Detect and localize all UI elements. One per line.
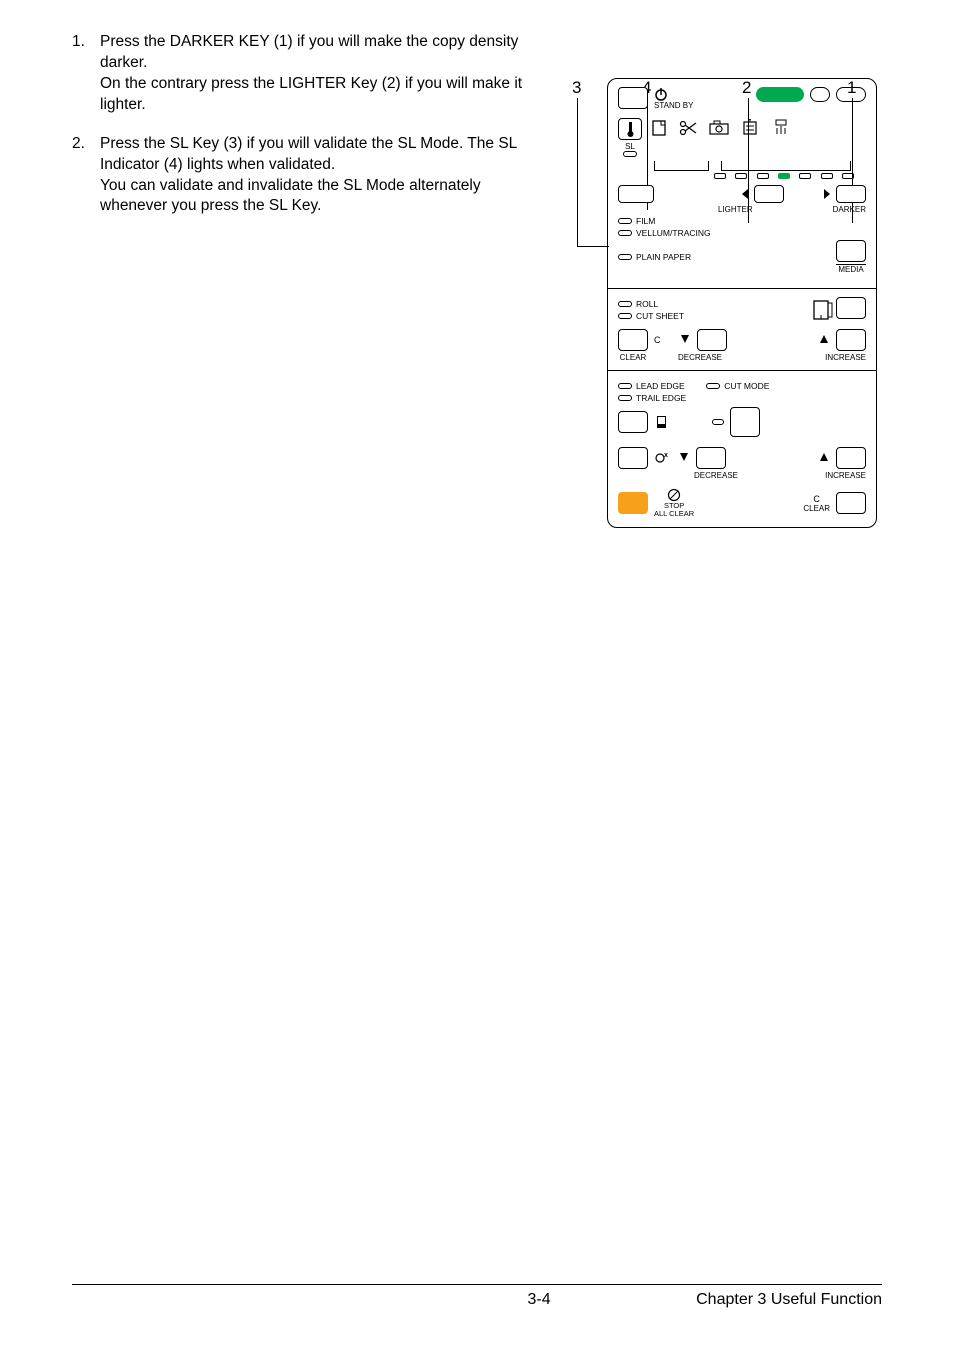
increase-label-2: INCREASE xyxy=(825,471,866,480)
arrow-left-icon xyxy=(740,187,750,201)
status-led xyxy=(810,87,830,102)
decrease-label-2: DECREASE xyxy=(694,471,738,480)
display-segment xyxy=(721,161,851,171)
page-footer: 3-4 Chapter 3 Useful Function xyxy=(72,1284,882,1309)
scissors-icon xyxy=(678,118,700,138)
power-icon xyxy=(654,87,668,101)
arrow-right-icon xyxy=(822,187,832,201)
step-text: Press the SL Key (3) if you will validat… xyxy=(100,135,517,173)
arrow-down-icon xyxy=(678,451,690,465)
darker-button[interactable] xyxy=(836,185,866,203)
sl-indicator xyxy=(623,151,637,157)
edge-icon xyxy=(654,414,670,430)
step-text: You can validate and invalidate the SL M… xyxy=(100,177,481,215)
cutmode-button[interactable] xyxy=(730,407,760,437)
svg-text:x: x xyxy=(664,452,668,459)
sl-button[interactable] xyxy=(618,118,642,140)
leadedge-label: LEAD EDGE xyxy=(636,381,685,391)
roll-label: ROLL xyxy=(636,299,658,309)
sl-label: SL xyxy=(625,142,635,151)
arrow-down-icon xyxy=(679,333,691,347)
copies-button[interactable] xyxy=(618,447,648,469)
media-button[interactable] xyxy=(836,240,866,262)
arrow-up-icon xyxy=(818,333,830,347)
media-label: MEDIA xyxy=(836,264,866,274)
step-text: On the contrary press the LIGHTER Key (2… xyxy=(100,75,522,113)
increase-button[interactable] xyxy=(836,329,866,351)
arrow-up-icon xyxy=(818,451,830,465)
lighter-button[interactable] xyxy=(754,185,784,203)
darker-label: DARKER xyxy=(833,205,866,214)
cutmode-label: CUT MODE xyxy=(724,381,769,391)
instructions: 1. Press the DARKER KEY (1) if you will … xyxy=(72,32,552,528)
clear-label-2: CLEAR xyxy=(803,504,830,513)
stop-icon xyxy=(666,488,682,502)
decrease-label: DECREASE xyxy=(678,353,722,362)
plain-paper-label: PLAIN PAPER xyxy=(636,252,691,262)
c-label-2: C xyxy=(803,494,830,504)
collate-icon xyxy=(740,118,762,138)
thermometer-icon xyxy=(619,119,641,139)
chapter-title: Chapter 3 Useful Function xyxy=(696,1291,882,1309)
feed-button[interactable] xyxy=(836,297,866,319)
status-led xyxy=(836,87,866,102)
auto-button[interactable] xyxy=(618,185,654,203)
decrease-button[interactable] xyxy=(697,329,727,351)
control-panel-diagram: 3 4 2 1 xyxy=(572,78,882,528)
step-number: 1. xyxy=(72,32,100,116)
document-icon xyxy=(650,118,670,138)
trailedge-label: TRAIL EDGE xyxy=(636,393,686,403)
start-button[interactable] xyxy=(618,492,648,514)
pointer-3: 3 xyxy=(572,78,581,98)
clear-button[interactable] xyxy=(618,329,648,351)
vellum-label: VELLUM/TRACING xyxy=(636,228,711,238)
page-number: 3-4 xyxy=(528,1291,551,1309)
step-number: 2. xyxy=(72,134,100,218)
camera-icon xyxy=(708,118,732,138)
allclear-label: ALL CLEAR xyxy=(654,510,694,518)
display-segment xyxy=(654,161,709,171)
standby-button[interactable] xyxy=(618,87,648,109)
step-text: Press the DARKER KEY (1) if you will mak… xyxy=(100,33,518,71)
increase-button-2[interactable] xyxy=(836,447,866,469)
film-label: FILM xyxy=(636,216,655,226)
edge-button[interactable] xyxy=(618,411,648,433)
toner-icon xyxy=(770,118,792,138)
increase-label: INCREASE xyxy=(825,353,866,362)
paper-feed-icon xyxy=(810,297,836,323)
clear-label: CLEAR xyxy=(618,353,648,362)
copies-icon: x xyxy=(654,451,672,465)
cutsheet-label: CUT SHEET xyxy=(636,311,684,321)
clear-button-2[interactable] xyxy=(836,492,866,514)
status-led-green xyxy=(756,87,804,102)
c-label: C xyxy=(654,335,661,345)
standby-label: STAND BY xyxy=(654,101,693,110)
lighter-label: LIGHTER xyxy=(718,205,753,214)
decrease-button-2[interactable] xyxy=(696,447,726,469)
